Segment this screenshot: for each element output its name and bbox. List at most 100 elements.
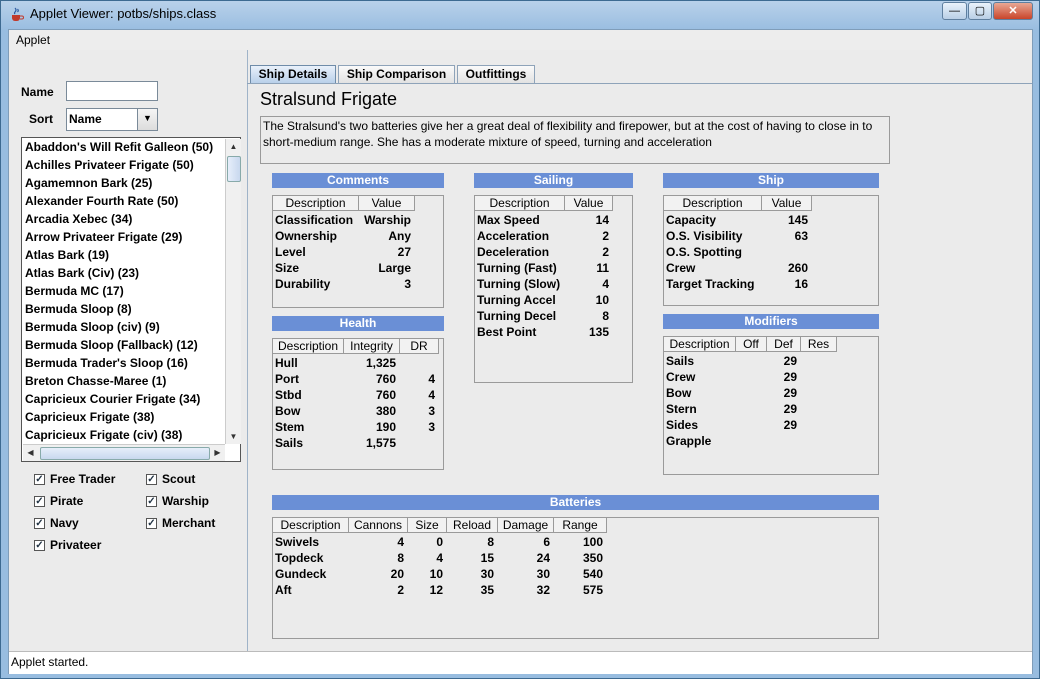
scroll-thumb[interactable]: [227, 156, 241, 182]
ship-list-item[interactable]: Capricieux Frigate (civ) (38): [25, 428, 182, 442]
table-row-label: Topdeck: [275, 551, 324, 565]
ship-list-item[interactable]: Bermuda Sloop (civ) (9): [25, 320, 160, 334]
table-cell: 29: [783, 354, 797, 368]
column-header[interactable]: Description: [272, 518, 349, 533]
table-row-label: Deceleration: [477, 245, 550, 259]
column-header[interactable]: Off: [735, 337, 767, 352]
ship-list-item[interactable]: Capricieux Frigate (38): [25, 410, 154, 424]
filter-label[interactable]: Scout: [162, 472, 195, 486]
scroll-right-icon[interactable]: ▶: [210, 445, 225, 461]
ship-list-item[interactable]: Achilles Privateer Frigate (50): [25, 158, 194, 172]
ship-list-item[interactable]: Bermuda Sloop (8): [25, 302, 132, 316]
table-cell: 760: [375, 388, 396, 402]
table-comments: Description Value Classification Warship Own…: [272, 195, 444, 308]
column-header[interactable]: Description: [272, 339, 344, 354]
filter-label[interactable]: Navy: [50, 516, 79, 530]
filter-checkbox-scout[interactable]: ✓: [146, 474, 157, 485]
column-header[interactable]: DR: [399, 339, 439, 354]
ship-list-item[interactable]: Capricieux Courier Frigate (34): [25, 392, 200, 406]
ship-list-item[interactable]: Bermuda Trader's Sloop (16): [25, 356, 188, 370]
ship-list[interactable]: Abaddon's Will Refit Galleon (50) Achille…: [21, 137, 241, 462]
maximize-button[interactable]: ▢: [968, 2, 992, 20]
applet-area: Applet Name Sort Name ▼ Abaddon's Will R…: [8, 29, 1033, 674]
table-cell: 540: [582, 567, 603, 581]
table-cell: 11: [596, 261, 609, 275]
table-row-label: Capacity: [666, 213, 717, 227]
filter-checkbox-navy[interactable]: ✓: [34, 518, 45, 529]
table-cell: 135: [588, 325, 609, 339]
column-header[interactable]: Description: [474, 196, 565, 211]
table-cell: 350: [582, 551, 603, 565]
table-cell: 14: [595, 213, 609, 227]
table-cell: 15: [480, 551, 494, 565]
column-header[interactable]: Cannons: [348, 518, 408, 533]
table-cell: 29: [783, 402, 797, 416]
tab-ship-comparison[interactable]: Ship Comparison: [338, 65, 455, 83]
filter-checkbox-free-trader[interactable]: ✓: [34, 474, 45, 485]
filter-label[interactable]: Warship: [162, 494, 209, 508]
column-header[interactable]: Integrity: [343, 339, 400, 354]
table-row-label: Grapple: [666, 434, 712, 448]
table-row-label: Turning Decel: [477, 309, 557, 323]
ship-list-vertical-scrollbar[interactable]: ▲ ▼: [225, 139, 241, 444]
column-header[interactable]: Damage: [497, 518, 554, 533]
column-header[interactable]: Res: [800, 337, 837, 352]
column-header[interactable]: Def: [766, 337, 801, 352]
tab-ship-details[interactable]: Ship Details: [250, 65, 336, 83]
name-input[interactable]: [66, 81, 158, 101]
column-header[interactable]: Description: [663, 196, 762, 211]
table-cell: Large: [378, 261, 411, 275]
table-cell: 29: [783, 418, 797, 432]
filter-checkbox-pirate[interactable]: ✓: [34, 496, 45, 507]
column-header[interactable]: Description: [272, 196, 359, 211]
ship-list-item[interactable]: Abaddon's Will Refit Galleon (50): [25, 140, 213, 154]
column-header[interactable]: Reload: [446, 518, 498, 533]
sort-select[interactable]: Name ▼: [66, 108, 158, 131]
column-header[interactable]: Description: [663, 337, 736, 352]
column-header[interactable]: Value: [761, 196, 812, 211]
ship-list-item[interactable]: Agamemnon Bark (25): [25, 176, 152, 190]
scroll-left-icon[interactable]: ◀: [23, 445, 38, 461]
ship-list-item[interactable]: Arrow Privateer Frigate (29): [25, 230, 182, 244]
filter-checkbox-privateer[interactable]: ✓: [34, 540, 45, 551]
table-row-label: Swivels: [275, 535, 320, 549]
ship-list-item[interactable]: Arcadia Xebec (34): [25, 212, 132, 226]
maximize-icon: ▢: [974, 5, 986, 17]
ship-list-item[interactable]: Bermuda MC (17): [25, 284, 124, 298]
table-row-label: Turning (Slow): [477, 277, 561, 291]
ship-list-item[interactable]: Breton Chasse-Maree (1): [25, 374, 166, 388]
table-cell: 100: [582, 535, 603, 549]
table-cell: 16: [794, 277, 808, 291]
ship-list-horizontal-scrollbar[interactable]: ◀ ▶: [23, 444, 225, 461]
table-row-label: Bow: [275, 404, 301, 418]
title-bar[interactable]: Applet Viewer: potbs/ships.class — ▢ ✕: [1, 1, 1039, 27]
table-cell: 380: [375, 404, 396, 418]
chevron-down-icon[interactable]: ▼: [137, 109, 157, 130]
filter-label[interactable]: Merchant: [162, 516, 215, 530]
table-row-label: Best Point: [477, 325, 537, 339]
close-button[interactable]: ✕: [993, 2, 1033, 20]
panel-header-modifiers: Modifiers: [663, 314, 879, 329]
ship-list-item[interactable]: Bermuda Sloop (Fallback) (12): [25, 338, 198, 352]
column-header[interactable]: Value: [564, 196, 613, 211]
ship-list-item[interactable]: Alexander Fourth Rate (50): [25, 194, 178, 208]
filter-label[interactable]: Privateer: [50, 538, 101, 552]
status-bar: Applet started.: [9, 651, 1032, 674]
filter-checkbox-warship[interactable]: ✓: [146, 496, 157, 507]
column-header[interactable]: Range: [553, 518, 607, 533]
column-header[interactable]: Size: [407, 518, 447, 533]
minimize-button[interactable]: —: [942, 2, 967, 20]
scroll-up-icon[interactable]: ▲: [226, 139, 241, 154]
filter-checkbox-merchant[interactable]: ✓: [146, 518, 157, 529]
filter-label[interactable]: Free Trader: [50, 472, 115, 486]
table-row-label: Sails: [666, 354, 695, 368]
ship-list-item[interactable]: Atlas Bark (Civ) (23): [25, 266, 139, 280]
tab-outfittings[interactable]: Outfittings: [457, 65, 535, 83]
scroll-down-icon[interactable]: ▼: [226, 429, 241, 444]
menu-applet[interactable]: Applet: [16, 33, 50, 47]
ship-list-item[interactable]: Atlas Bark (19): [25, 248, 109, 262]
column-header[interactable]: Value: [358, 196, 415, 211]
filter-label[interactable]: Pirate: [50, 494, 83, 508]
table-cell: 10: [429, 567, 443, 581]
scroll-thumb-horizontal[interactable]: [40, 447, 210, 460]
